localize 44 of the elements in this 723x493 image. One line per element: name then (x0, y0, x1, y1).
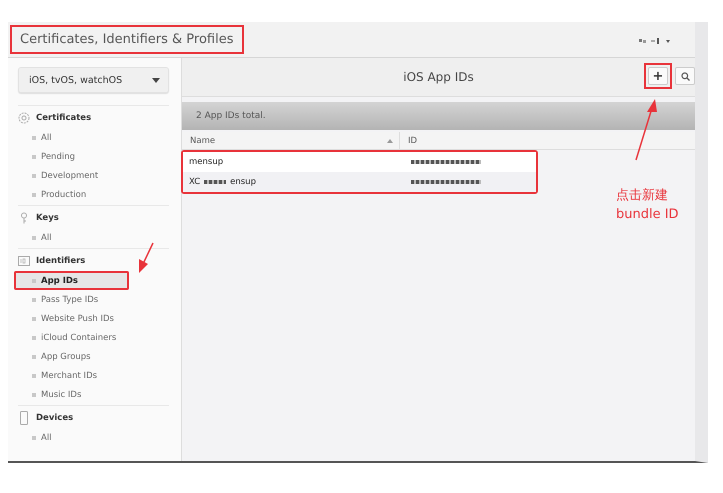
search-icon (680, 72, 690, 80)
redacted-text (411, 180, 481, 184)
sidebar-item[interactable]: Pending (14, 147, 169, 166)
redacted-text (204, 180, 226, 184)
sidebar-section-title: Identifiers (36, 256, 86, 266)
table-row[interactable]: mensup (183, 152, 536, 172)
sidebar-item[interactable]: All (14, 428, 169, 447)
content-title: iOS App IDs (403, 70, 474, 84)
annotation-arrow (635, 99, 657, 160)
phone-icon (18, 411, 30, 425)
app-name: ensup (230, 177, 256, 187)
app-name: XC (189, 177, 200, 187)
column-header[interactable]: Name (182, 132, 400, 149)
annotation-text: bundle ID (616, 206, 679, 224)
summary-text: 2 App IDs total. (196, 111, 266, 121)
search-button[interactable] (675, 67, 695, 85)
sidebar-item[interactable]: Merchant IDs (14, 366, 169, 385)
id-card-icon (18, 255, 30, 267)
add-button[interactable]: + (648, 67, 668, 85)
caret-icon (152, 78, 160, 82)
account-menu-icon[interactable] (639, 37, 673, 45)
sidebar-section-title: Devices (36, 413, 74, 423)
sort-icon (387, 138, 393, 142)
key-icon (18, 212, 30, 224)
sidebar-section-title: Certificates (36, 113, 92, 123)
sidebar-item[interactable]: All (14, 228, 169, 247)
sidebar-item[interactable]: Pass Type IDs (14, 290, 169, 309)
sidebar-item[interactable]: All (14, 128, 169, 147)
sidebar-item[interactable]: App IDs (14, 271, 129, 290)
sidebar-item[interactable]: iCloud Containers (14, 328, 169, 347)
platform-dropdown[interactable]: iOS, tvOS, watchOS (18, 67, 169, 93)
sidebar-item[interactable]: Music IDs (14, 385, 169, 404)
redacted-text (411, 160, 481, 164)
annotation-text: 点击新建 (616, 187, 669, 205)
sidebar-item[interactable]: Development (14, 166, 169, 185)
sidebar-item[interactable]: Production (14, 185, 169, 204)
annotation-arrow (139, 242, 154, 273)
page-title: Certificates, Identifiers & Profiles (10, 25, 244, 54)
sidebar-item[interactable]: Website Push IDs (14, 309, 169, 328)
app-name: mensup (189, 157, 224, 167)
sidebar-section-title: Keys (36, 213, 59, 223)
sidebar-item[interactable]: App Groups (14, 347, 169, 366)
gear-icon (18, 112, 30, 124)
column-header[interactable]: ID (400, 132, 695, 149)
